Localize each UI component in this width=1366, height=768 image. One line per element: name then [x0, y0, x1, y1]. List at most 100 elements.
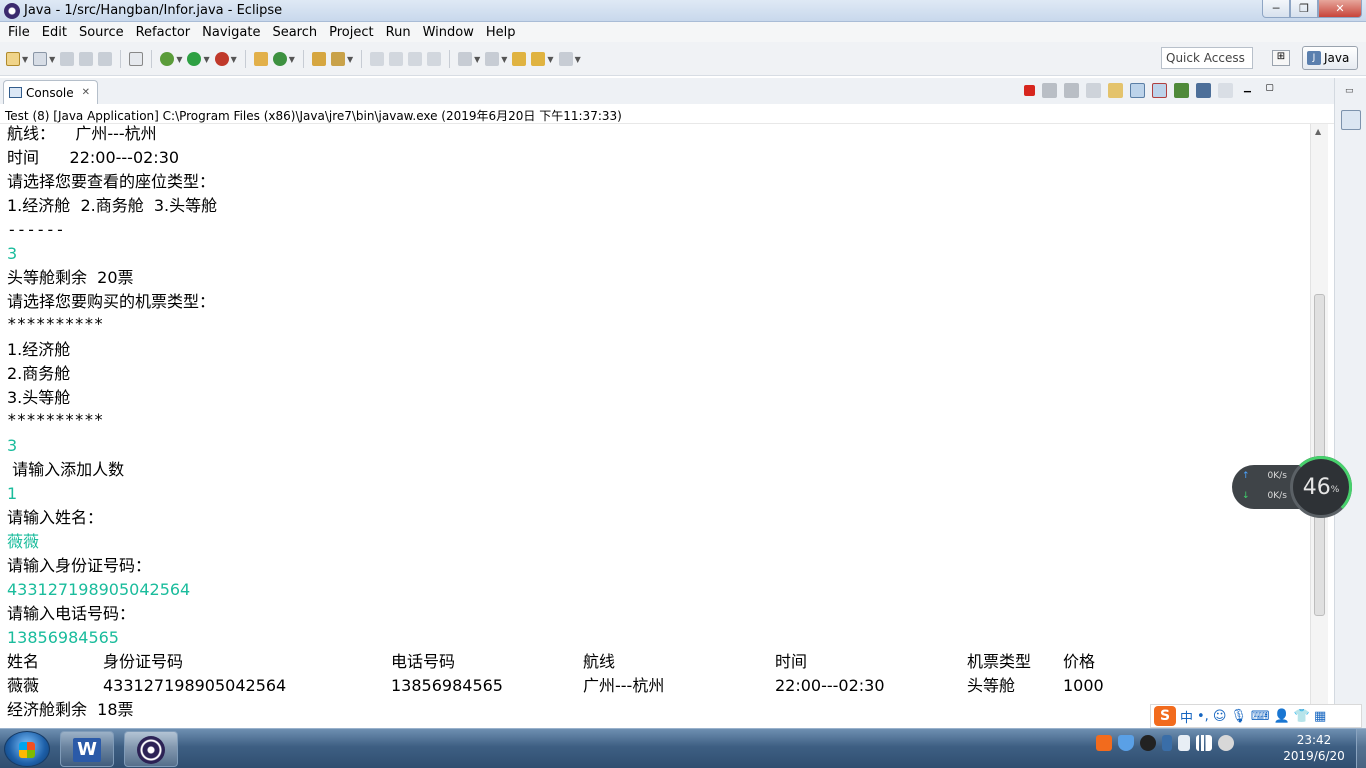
ime-mode[interactable]: 中	[1180, 707, 1193, 726]
security-shield-icon[interactable]	[1118, 735, 1134, 751]
menu-project[interactable]: Project	[323, 25, 379, 40]
external-tools-icon[interactable]	[214, 52, 229, 66]
last-edit-icon[interactable]	[512, 52, 527, 66]
show-on-stderr-icon[interactable]	[1152, 83, 1167, 98]
taskbar-eclipse[interactable]	[124, 731, 178, 767]
taskbar-word[interactable]: W	[60, 731, 114, 767]
show-on-stdout-icon[interactable]	[1130, 83, 1145, 98]
menu-file[interactable]: File	[2, 25, 36, 40]
cpu-usage-gauge[interactable]: 46 %	[1290, 456, 1352, 518]
chevron-down-icon[interactable]: ▼	[347, 55, 353, 64]
close-tab-icon[interactable]: ✕	[82, 87, 90, 98]
skip-breakpoints-icon[interactable]	[129, 52, 144, 66]
open-perspective-icon[interactable]: ⊞	[1272, 50, 1290, 66]
qq-icon[interactable]	[1140, 735, 1156, 751]
network-signal-icon[interactable]	[1196, 735, 1212, 751]
menu-window[interactable]: Window	[417, 25, 480, 40]
new-class-icon[interactable]	[272, 52, 287, 66]
restore-button[interactable]: ❐	[1290, 0, 1318, 18]
display-console-icon[interactable]	[1196, 83, 1211, 98]
quick-access-input[interactable]: Quick Access	[1161, 47, 1253, 69]
next-annotation-icon[interactable]	[458, 52, 473, 66]
table-cell-time: 22:00---02:30	[775, 676, 885, 695]
forward-icon[interactable]	[558, 52, 573, 66]
save-icon[interactable]	[60, 52, 75, 66]
menu-search[interactable]: Search	[266, 25, 323, 40]
keyboard-icon[interactable]: ⌨	[1251, 709, 1270, 724]
console-line: **********	[7, 314, 104, 333]
chevron-down-icon[interactable]: ▼	[501, 55, 507, 64]
new-file-icon[interactable]	[33, 52, 48, 66]
chevron-down-icon[interactable]: ▼	[203, 55, 209, 64]
upload-speed: 0K/s	[1267, 471, 1287, 481]
maximize-view-icon[interactable]: ▢	[1262, 83, 1277, 98]
previous-annotation-icon[interactable]	[485, 52, 500, 66]
menu-navigate[interactable]: Navigate	[196, 25, 266, 40]
menu-refactor[interactable]: Refactor	[130, 25, 197, 40]
menu-help[interactable]: Help	[480, 25, 522, 40]
sogou-logo-icon[interactable]: S	[1154, 706, 1176, 726]
console-input-line: 1	[7, 484, 18, 503]
clear-console-icon[interactable]	[1086, 83, 1101, 98]
scrollbar-thumb[interactable]	[1314, 294, 1325, 616]
debug-icon[interactable]	[160, 52, 175, 66]
console-output[interactable]: 航线： 广州---杭州 时间 22:00---02:30 请选择您要查看的座位类…	[0, 124, 1310, 728]
minimize-view-icon[interactable]: ▁	[1240, 83, 1255, 98]
user-icon[interactable]: 👤	[1274, 709, 1290, 724]
new-icon[interactable]	[6, 52, 20, 66]
chevron-down-icon[interactable]: ▼	[176, 55, 182, 64]
chevron-down-icon[interactable]: ▼	[474, 55, 480, 64]
chevron-down-icon[interactable]: ▼	[575, 55, 581, 64]
chevron-down-icon[interactable]: ▼	[547, 55, 553, 64]
skin-icon[interactable]: 👕	[1294, 709, 1310, 724]
search-icon[interactable]	[330, 52, 345, 66]
open-console-icon[interactable]	[1218, 83, 1233, 98]
new-package-icon[interactable]	[253, 52, 268, 66]
restore-view-icon[interactable]	[1341, 110, 1361, 130]
chevron-down-icon[interactable]: ▼	[49, 55, 55, 64]
bluetooth-icon[interactable]	[1162, 735, 1172, 751]
volume-muted-icon[interactable]	[1218, 735, 1234, 751]
sogou-tray-icon[interactable]	[1096, 735, 1112, 751]
scroll-lock-icon[interactable]	[1108, 83, 1123, 98]
toolbar-divider	[120, 50, 122, 68]
java-perspective-button[interactable]: J Java	[1302, 46, 1358, 70]
save-all-icon[interactable]	[79, 52, 94, 66]
remove-launch-icon[interactable]	[1042, 83, 1057, 98]
open-type-icon[interactable]	[311, 52, 326, 66]
menu-edit[interactable]: Edit	[36, 25, 73, 40]
show-whitespace-icon[interactable]	[408, 52, 423, 66]
emoji-icon[interactable]: ☺	[1213, 709, 1227, 724]
taskbar-clock[interactable]: 23:42 2019/6/20	[1278, 732, 1350, 764]
chevron-down-icon[interactable]: ▼	[22, 55, 28, 64]
tab-console[interactable]: Console ✕	[3, 80, 98, 104]
chevron-down-icon[interactable]: ▼	[289, 55, 295, 64]
remove-all-terminated-icon[interactable]	[1064, 83, 1079, 98]
menu-source[interactable]: Source	[73, 25, 130, 40]
microphone-icon[interactable]: 🎙	[1230, 709, 1247, 724]
device-icon[interactable]	[1178, 735, 1190, 751]
table-cell-price: 1000	[1063, 676, 1104, 695]
toggle-block-selection-icon[interactable]	[389, 52, 404, 66]
run-icon[interactable]	[187, 52, 202, 66]
console-line: 头等舱剩余 20票	[7, 268, 134, 287]
toolbox-icon[interactable]: ▦	[1314, 709, 1326, 724]
ime-punctuation[interactable]: •,	[1197, 709, 1209, 724]
scroll-up-icon[interactable]: ▲	[1315, 127, 1321, 136]
clock-date: 2019/6/20	[1283, 749, 1345, 763]
close-button[interactable]: ✕	[1318, 0, 1362, 18]
print-icon[interactable]	[98, 52, 113, 66]
menu-run[interactable]: Run	[380, 25, 417, 40]
start-button[interactable]	[4, 731, 50, 767]
chevron-down-icon[interactable]: ▼	[231, 55, 237, 64]
table-cell-id: 433127198905042564	[103, 676, 287, 695]
back-icon[interactable]	[531, 52, 546, 66]
paragraph-icon[interactable]	[427, 52, 442, 66]
minimized-stack-icon[interactable]: ▭	[1345, 86, 1354, 96]
toggle-mark-occurrences-icon[interactable]	[370, 52, 385, 66]
minimize-button[interactable]: ─	[1262, 0, 1290, 18]
terminate-icon[interactable]	[1024, 85, 1035, 96]
console-scrollbar[interactable]: ▲	[1310, 124, 1328, 728]
pin-console-icon[interactable]	[1174, 83, 1189, 98]
show-desktop-button[interactable]	[1356, 729, 1366, 768]
